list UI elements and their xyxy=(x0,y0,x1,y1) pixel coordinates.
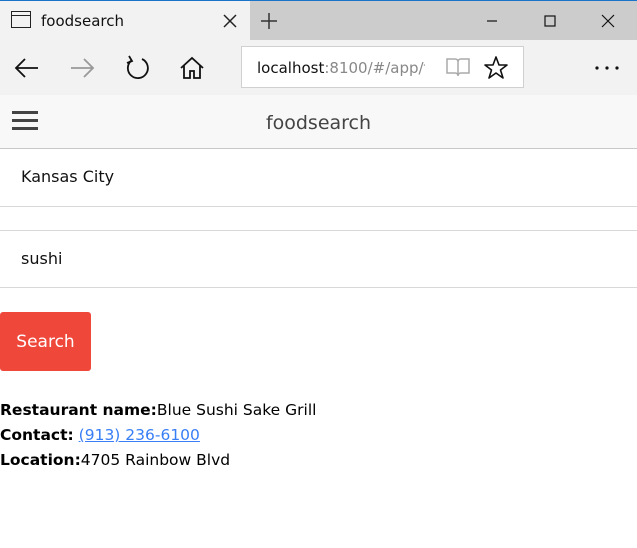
tab-title: foodsearch xyxy=(41,12,124,30)
city-field-row xyxy=(0,149,637,207)
food-input[interactable] xyxy=(21,249,621,268)
contact-line: Contact: (913) 236-6100 xyxy=(0,425,316,450)
browser-nav-bar: localhost:8100/#/app/f xyxy=(0,40,637,95)
food-field-row xyxy=(0,230,637,288)
search-button[interactable]: Search xyxy=(0,312,91,371)
contact-phone-link[interactable]: (913) 236-6100 xyxy=(79,426,200,444)
tab-page-icon xyxy=(11,11,31,28)
location-line: Location:4705 Rainbow Blvd xyxy=(0,450,316,475)
url-path: :8100/#/app/f xyxy=(324,59,425,77)
result-item: Restaurant name:Blue Sushi Sake Grill Co… xyxy=(0,400,316,475)
page-title: foodsearch xyxy=(265,112,372,134)
reading-view-icon[interactable] xyxy=(445,56,471,78)
city-input[interactable] xyxy=(21,167,621,186)
more-options-icon[interactable] xyxy=(592,54,622,82)
tab-close-icon[interactable] xyxy=(221,12,239,30)
url-text[interactable]: localhost:8100/#/app/f xyxy=(257,59,425,77)
location-label: Location: xyxy=(0,451,81,469)
minimize-icon[interactable] xyxy=(463,1,521,41)
browser-tab[interactable]: foodsearch xyxy=(0,1,250,41)
restaurant-name-line: Restaurant name:Blue Sushi Sake Grill xyxy=(0,400,316,425)
contact-label: Contact: xyxy=(0,426,74,444)
maximize-icon[interactable] xyxy=(521,1,579,41)
location-value: 4705 Rainbow Blvd xyxy=(80,451,231,469)
back-arrow-icon[interactable] xyxy=(11,52,43,84)
window-close-icon[interactable] xyxy=(579,1,637,41)
refresh-icon[interactable] xyxy=(121,52,153,84)
browser-tab-bar: foodsearch xyxy=(0,0,637,41)
restaurant-name-value: Blue Sushi Sake Grill xyxy=(156,401,317,419)
new-tab-icon[interactable] xyxy=(258,10,280,32)
favorite-star-icon[interactable] xyxy=(483,55,509,81)
restaurant-name-label: Restaurant name: xyxy=(0,401,157,419)
address-bar[interactable]: localhost:8100/#/app/f xyxy=(241,46,524,88)
url-host: localhost xyxy=(257,59,325,77)
forward-arrow-icon[interactable] xyxy=(66,52,98,84)
home-icon[interactable] xyxy=(176,52,208,84)
app-header: foodsearch xyxy=(0,95,637,149)
